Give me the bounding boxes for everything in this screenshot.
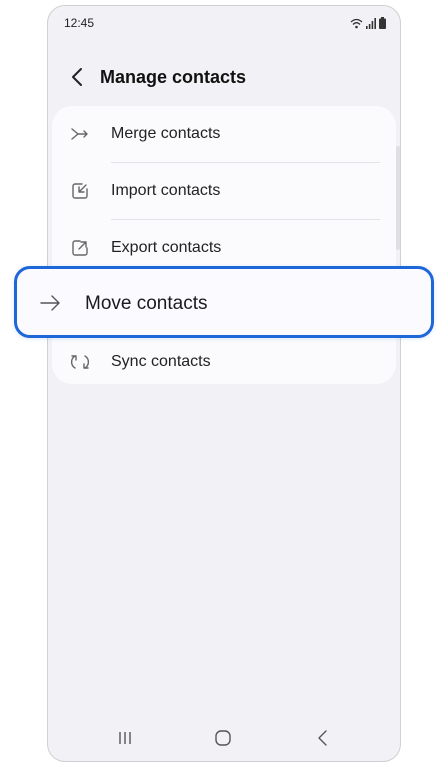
menu-item-label: Sync contacts [111, 353, 211, 370]
merge-icon [71, 128, 88, 140]
sync-icon [70, 355, 90, 369]
battery-icon [379, 17, 386, 29]
export-icon [72, 240, 88, 256]
phone-screen: 12:45 Manage contacts Merge contacts Imp… [47, 5, 401, 762]
navigation-bar [48, 721, 400, 755]
status-time: 12:45 [64, 16, 95, 30]
home-icon[interactable] [212, 727, 234, 749]
recents-icon[interactable] [114, 727, 136, 749]
menu-item-label: Move contacts [85, 293, 208, 314]
arrow-right-icon [40, 295, 60, 311]
import-icon [72, 183, 88, 199]
back-icon[interactable] [312, 727, 334, 749]
menu-card: Merge contacts Import contacts Export co… [52, 106, 396, 384]
page-title: Manage contacts [100, 67, 247, 87]
menu-item-label: Export contacts [111, 239, 222, 256]
status-bar: 12:45 [64, 16, 386, 32]
app-header: Manage contacts [48, 58, 400, 98]
menu-item-merge-contacts[interactable]: Merge contacts [52, 106, 396, 162]
chevron-left-icon[interactable] [66, 65, 88, 89]
menu-item-sync-contacts[interactable]: Sync contacts [52, 334, 396, 390]
status-icons [350, 17, 386, 29]
menu-item-move-contacts[interactable]: Move contacts [14, 266, 434, 338]
menu-item-label: Merge contacts [111, 125, 221, 142]
wifi-icon [350, 18, 363, 28]
signal-icon [366, 17, 376, 29]
menu-item-import-contacts[interactable]: Import contacts [52, 163, 396, 219]
scrollbar[interactable] [396, 146, 400, 250]
menu-item-label: Import contacts [111, 182, 221, 199]
